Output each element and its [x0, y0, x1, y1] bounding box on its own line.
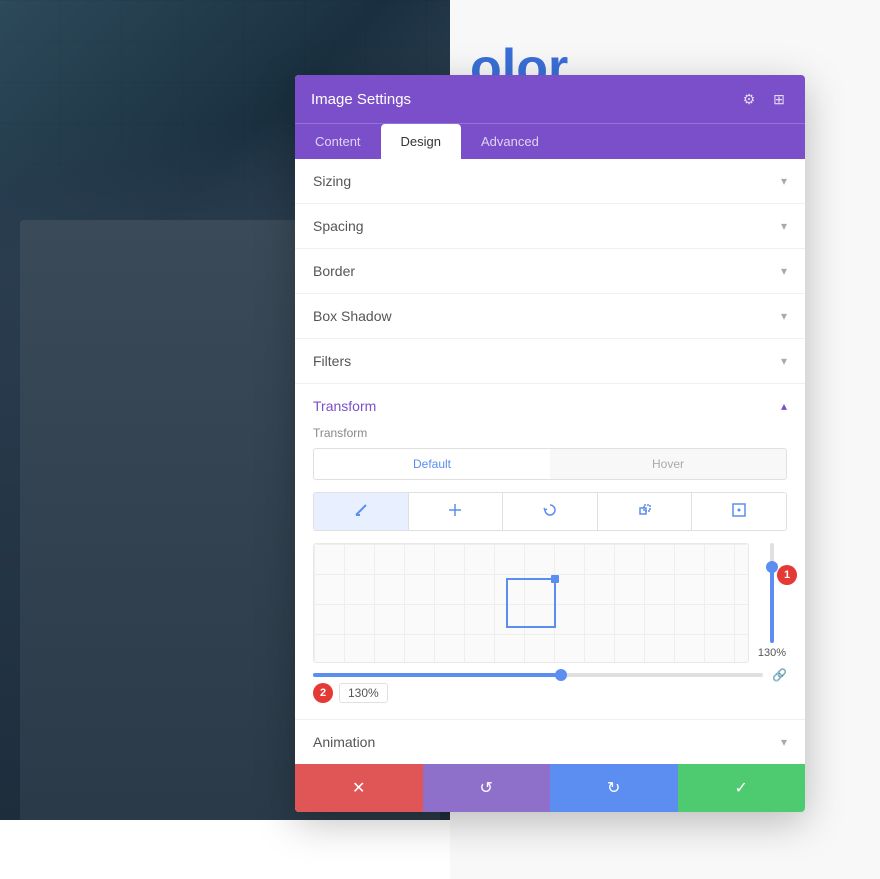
section-box-shadow-chevron: ▾	[781, 309, 787, 323]
h-slider-fill	[313, 673, 561, 677]
section-filters-chevron: ▾	[781, 354, 787, 368]
cancel-button[interactable]: ✕	[295, 764, 423, 812]
save-button[interactable]: ✓	[678, 764, 806, 812]
state-tabs: Default Hover	[313, 448, 787, 480]
tool-scale[interactable]	[598, 493, 693, 530]
v-slider-thumb[interactable]	[766, 561, 778, 573]
section-box-shadow[interactable]: Box Shadow ▾	[295, 294, 805, 339]
tool-skew[interactable]	[314, 493, 409, 530]
h-slider-thumb[interactable]	[555, 669, 567, 681]
section-border[interactable]: Border ▾	[295, 249, 805, 294]
v-slider-fill	[770, 568, 774, 643]
section-sizing-chevron: ▾	[781, 174, 787, 188]
section-sizing-label: Sizing	[313, 173, 351, 189]
transform-canvas	[313, 543, 749, 663]
bottom-toolbar: ✕ ↺ ↻ ✓	[295, 764, 805, 812]
modal-tabs: Content Design Advanced	[295, 123, 805, 159]
h-slider-value-tag: 130%	[339, 683, 388, 703]
header-icons: ⚙ ⊞	[739, 89, 789, 109]
transform-chevron: ▴	[781, 399, 787, 413]
v-slider-container: 130% 1	[757, 543, 787, 663]
transform-inner-label: Transform	[313, 426, 787, 440]
tab-advanced[interactable]: Advanced	[461, 124, 559, 159]
image-settings-modal: Image Settings ⚙ ⊞ Content Design Advanc…	[295, 75, 805, 812]
section-spacing-label: Spacing	[313, 218, 364, 234]
state-tab-hover[interactable]: Hover	[550, 449, 786, 479]
section-animation-chevron: ▾	[781, 735, 787, 749]
h-slider-track[interactable]	[313, 673, 763, 677]
modal-header: Image Settings ⚙ ⊞	[295, 75, 805, 123]
section-animation[interactable]: Animation ▾	[295, 720, 805, 764]
tool-translate[interactable]	[409, 493, 504, 530]
tab-design[interactable]: Design	[381, 124, 461, 159]
modal-content: Sizing ▾ Spacing ▾ Border ▾ Box Shadow ▾…	[295, 159, 805, 764]
slider-link-icon[interactable]: 🔗	[772, 668, 787, 682]
badge-2: 2	[313, 683, 333, 703]
transform-header[interactable]: Transform ▴	[313, 384, 787, 426]
icon-toolbar	[313, 492, 787, 531]
expand-icon[interactable]: ⊞	[769, 89, 789, 109]
section-filters[interactable]: Filters ▾	[295, 339, 805, 384]
section-spacing-chevron: ▾	[781, 219, 787, 233]
redo-button[interactable]: ↻	[550, 764, 678, 812]
section-border-label: Border	[313, 263, 355, 279]
transform-preview-box	[506, 578, 556, 628]
section-transform: Transform ▴ Transform Default Hover	[295, 384, 805, 720]
badge-2-wrapper: 2 130%	[313, 683, 787, 703]
tab-content[interactable]: Content	[295, 124, 381, 159]
badge-1: 1	[777, 565, 797, 585]
section-animation-label: Animation	[313, 734, 375, 750]
tool-rotate[interactable]	[503, 493, 598, 530]
transform-title: Transform	[313, 398, 376, 414]
v-slider-label: 130%	[758, 647, 786, 659]
tool-origin[interactable]	[692, 493, 786, 530]
section-sizing[interactable]: Sizing ▾	[295, 159, 805, 204]
state-tab-default[interactable]: Default	[314, 449, 550, 479]
section-border-chevron: ▾	[781, 264, 787, 278]
section-filters-label: Filters	[313, 353, 351, 369]
section-box-shadow-label: Box Shadow	[313, 308, 392, 324]
v-slider-track[interactable]	[770, 543, 774, 643]
undo-button[interactable]: ↺	[423, 764, 551, 812]
h-slider-wrapper: 🔗	[313, 673, 787, 677]
modal-title: Image Settings	[311, 91, 411, 108]
section-spacing[interactable]: Spacing ▾	[295, 204, 805, 249]
transform-canvas-wrapper: 130% 1	[313, 543, 787, 663]
settings-icon[interactable]: ⚙	[739, 89, 759, 109]
